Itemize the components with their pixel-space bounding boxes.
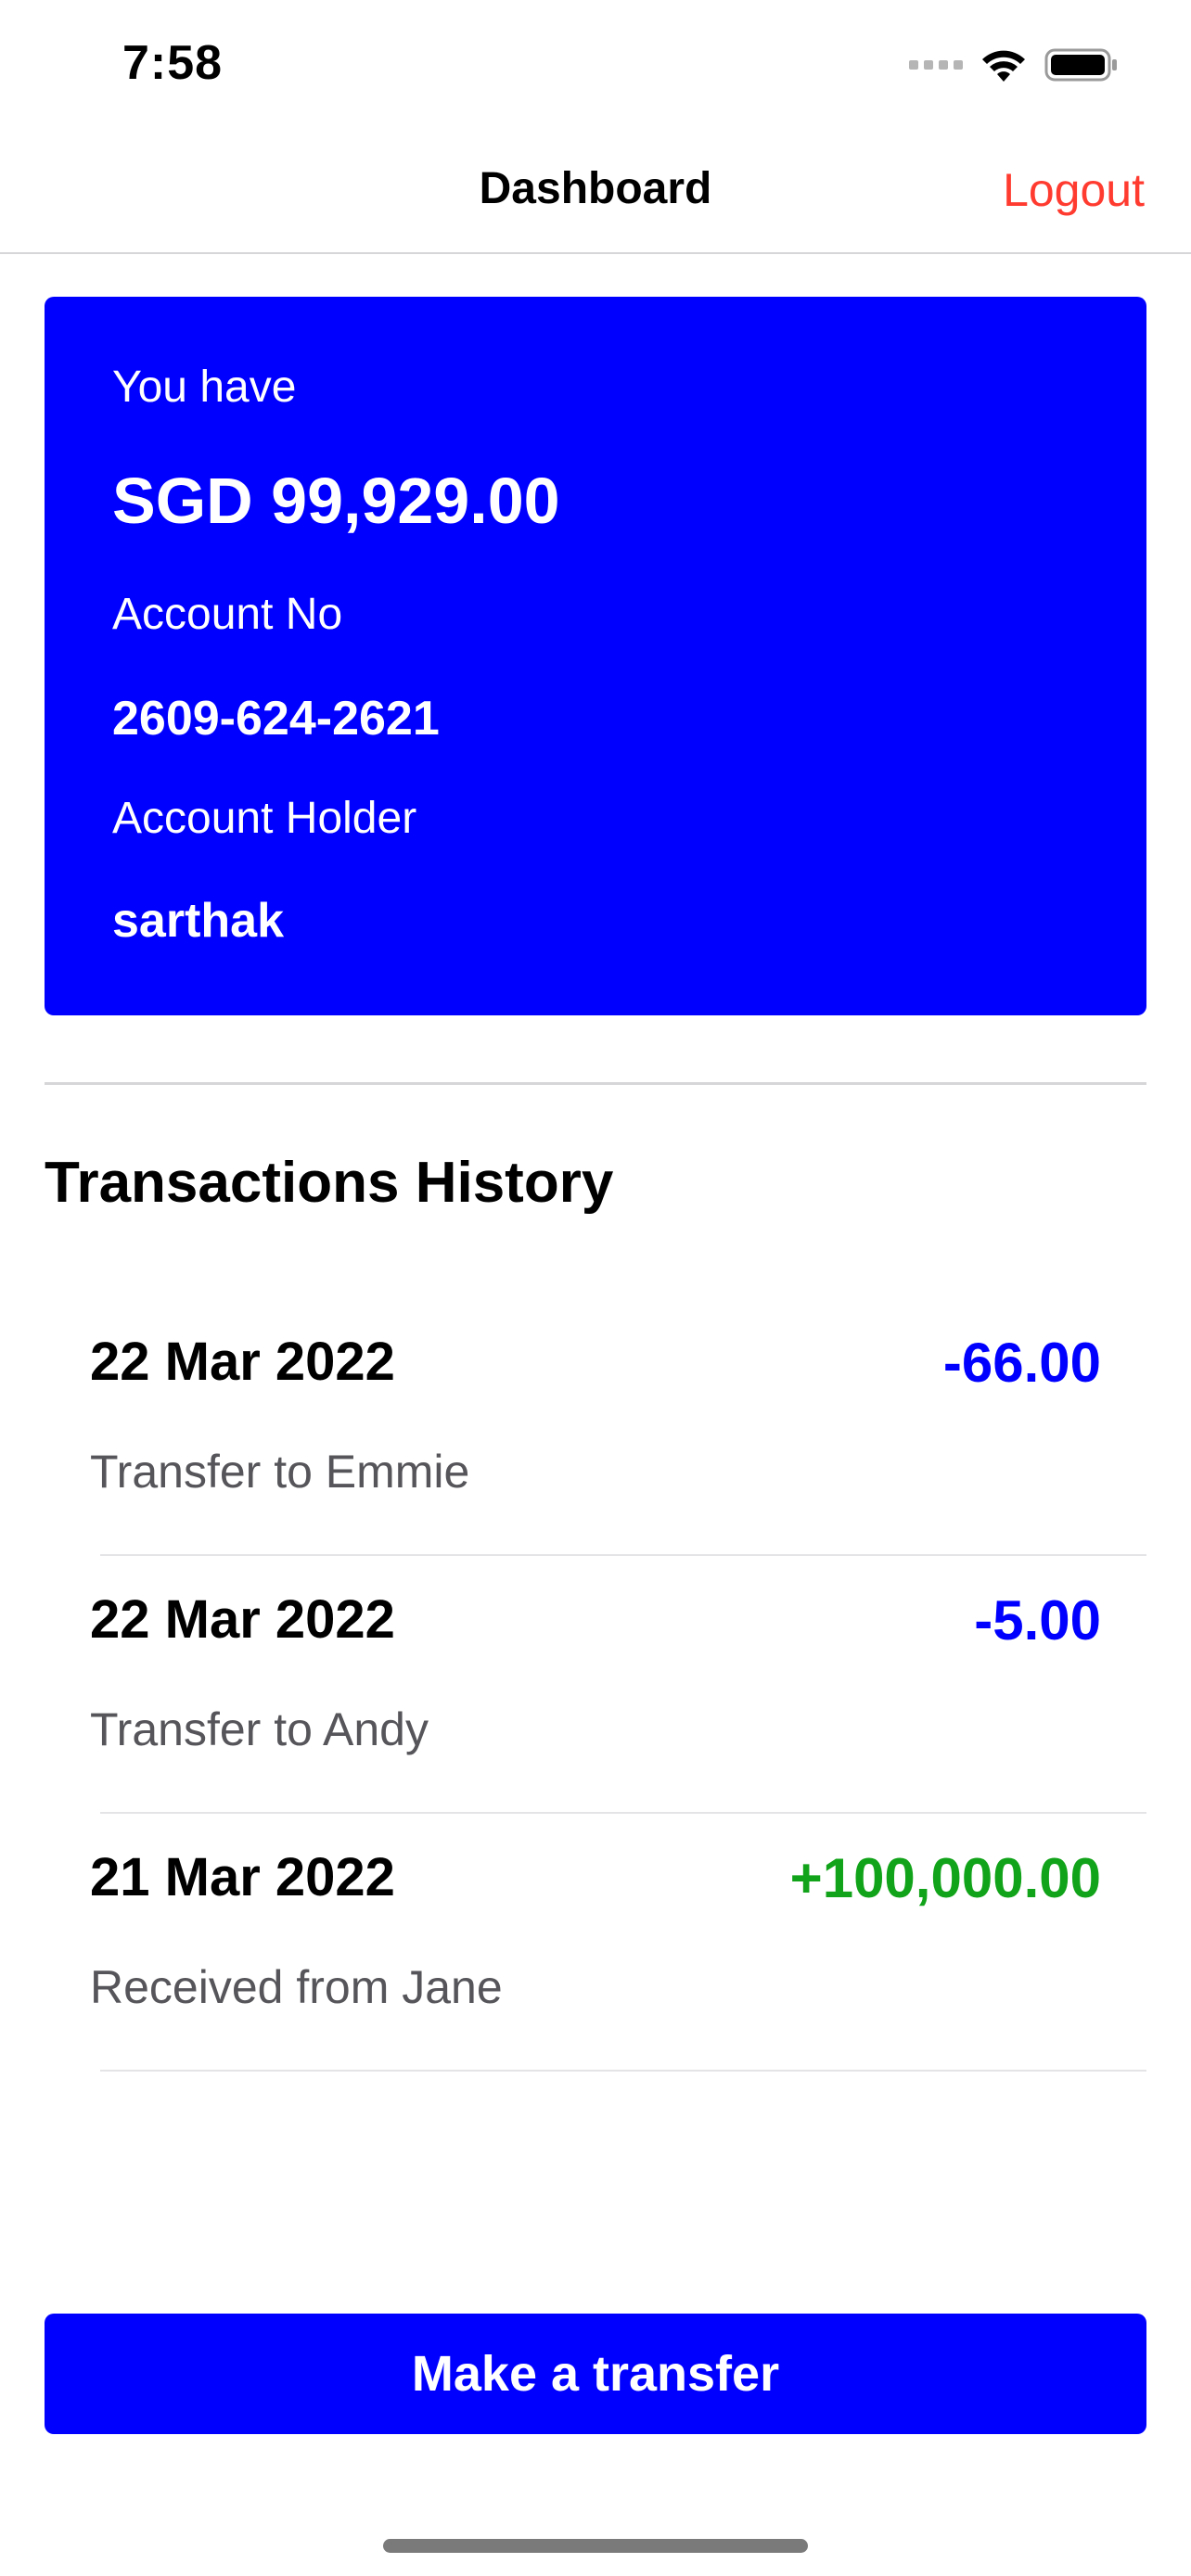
transaction-amount: -5.00 xyxy=(974,1589,1101,1651)
make-transfer-button[interactable]: Make a transfer xyxy=(45,2314,1146,2434)
transaction-description: Transfer to Emmie xyxy=(90,1446,470,1498)
account-holder-label: Account Holder xyxy=(112,794,417,843)
account-no-label: Account No xyxy=(112,590,343,639)
section-divider xyxy=(45,1082,1146,1085)
transaction-date: 21 Mar 2022 xyxy=(90,1847,395,1907)
wifi-icon xyxy=(982,50,1025,82)
balance-card: You have SGD 99,929.00 Account No 2609-6… xyxy=(45,297,1146,1015)
account-holder-value: sarthak xyxy=(112,894,284,948)
balance-label: You have xyxy=(112,363,297,412)
transaction-description: Transfer to Andy xyxy=(90,1703,429,1755)
cellular-signal-icon xyxy=(909,60,963,70)
transaction-date: 22 Mar 2022 xyxy=(90,1589,395,1650)
transaction-description: Received from Jane xyxy=(90,1961,503,2013)
status-time: 7:58 xyxy=(122,36,224,90)
logout-button[interactable]: Logout xyxy=(1003,163,1145,217)
balance-amount: SGD 99,929.00 xyxy=(112,465,560,537)
transaction-date: 22 Mar 2022 xyxy=(90,1332,395,1392)
status-icons xyxy=(909,46,1119,83)
navigation-bar: Dashboard Logout xyxy=(0,130,1191,254)
home-indicator xyxy=(383,2539,808,2553)
transaction-amount: -66.00 xyxy=(942,1332,1101,1394)
status-bar: 7:58 xyxy=(0,0,1191,130)
transactions-title: Transactions History xyxy=(45,1151,614,1215)
account-no-value: 2609-624-2621 xyxy=(112,692,440,746)
battery-icon xyxy=(1044,48,1117,82)
transaction-list: 22 Mar 2022 -66.00 Transfer to Emmie 22 … xyxy=(0,1298,1191,2072)
row-separator xyxy=(100,2070,1146,2072)
transaction-amount: +100,000.00 xyxy=(789,1847,1101,1909)
transaction-row[interactable]: 22 Mar 2022 -66.00 Transfer to Emmie xyxy=(0,1298,1191,1556)
transaction-row[interactable]: 21 Mar 2022 +100,000.00 Received from Ja… xyxy=(0,1814,1191,2072)
transaction-row[interactable]: 22 Mar 2022 -5.00 Transfer to Andy xyxy=(0,1556,1191,1814)
